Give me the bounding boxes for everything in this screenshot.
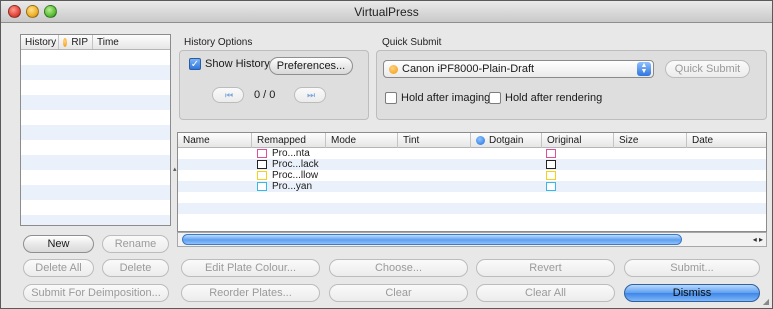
history-counter: 0 / 0 <box>254 89 276 101</box>
table-row[interactable]: Proc...llow <box>178 170 766 181</box>
history-first-button[interactable]: ⏮ <box>212 87 244 103</box>
dismiss-button[interactable]: Dismiss <box>624 284 760 302</box>
titlebar: VirtualPress <box>1 1 772 23</box>
orange-status-icon <box>389 64 398 74</box>
quick-submit-label: Quick Submit <box>382 37 442 48</box>
delete-button[interactable]: Delete <box>102 259 169 277</box>
time-column-header[interactable]: Time <box>93 35 170 49</box>
table-row[interactable]: Proc...lack <box>178 159 766 170</box>
clear-button[interactable]: Clear <box>329 284 468 302</box>
history-options-label: History Options <box>184 37 253 48</box>
skip-forward-icon: ⏭ <box>306 89 315 100</box>
device-popup-value: Canon iPF8000-Plain-Draft <box>402 63 535 75</box>
clear-all-button[interactable]: Clear All <box>476 284 615 302</box>
preferences-button[interactable]: Preferences... <box>269 57 353 75</box>
orange-status-icon <box>63 37 68 47</box>
checkbox-empty-icon <box>489 92 501 104</box>
choose-button[interactable]: Choose... <box>329 259 468 277</box>
remapped-cell: Proc...llow <box>272 170 319 181</box>
remapped-cell: Pro...nta <box>272 148 310 159</box>
scrollbar-thumb[interactable] <box>182 234 682 245</box>
submit-for-deimposition-button[interactable]: Submit For Deimposition... <box>23 284 169 302</box>
window: VirtualPress History RIP Time ▴ History … <box>0 0 773 309</box>
hold-after-rendering-label: Hold after rendering <box>505 92 603 104</box>
popup-arrows-icon: ▲ ▼ <box>637 62 651 76</box>
device-popup[interactable]: Canon iPF8000-Plain-Draft ▲ ▼ <box>383 60 654 78</box>
original-color-swatch <box>546 171 556 180</box>
column-header-tint[interactable]: Tint <box>398 133 471 148</box>
original-color-swatch <box>546 149 556 158</box>
rename-button[interactable]: Rename <box>102 235 169 253</box>
remapped-cell: Proc...lack <box>272 159 319 170</box>
submit-button[interactable]: Submit... <box>624 259 760 277</box>
plate-color-swatch <box>257 171 267 180</box>
quick-submit-button[interactable]: Quick Submit <box>665 60 750 78</box>
column-header-name[interactable]: Name <box>178 133 252 148</box>
new-button[interactable]: New <box>23 235 94 253</box>
plate-color-swatch <box>257 182 267 191</box>
rip-column-header[interactable]: RIP <box>59 35 93 49</box>
history-list[interactable]: History RIP Time <box>20 34 171 226</box>
skip-back-icon: ⏮ <box>224 89 233 100</box>
column-header-date[interactable]: Date <box>687 133 766 148</box>
window-title: VirtualPress <box>354 5 419 19</box>
plate-color-swatch <box>257 160 267 169</box>
hold-after-imaging-label: Hold after imaging <box>401 92 491 104</box>
window-resize-grip-icon[interactable]: ◢ <box>763 297 769 306</box>
delete-all-button[interactable]: Delete All <box>23 259 94 277</box>
table-row[interactable]: Pro...yan <box>178 181 766 192</box>
history-list-header: History RIP Time <box>21 35 170 50</box>
plates-table-header: Name Remapped Mode Tint Dotgain Original… <box>178 133 766 148</box>
checkbox-check-icon: ✓ <box>189 58 201 70</box>
show-history-checkbox[interactable]: ✓ Show History <box>189 58 270 70</box>
scroll-arrows-icon[interactable]: ◂ ▸ <box>753 235 763 244</box>
column-header-original[interactable]: Original <box>542 133 614 148</box>
plates-rows: Pro...nta Proc...lack Proc...llow Pro...… <box>178 148 766 225</box>
history-last-button[interactable]: ⏭ <box>294 87 326 103</box>
hold-after-rendering-checkbox[interactable]: Hold after rendering <box>489 92 602 104</box>
rip-column-label: RIP <box>71 36 88 48</box>
checkbox-empty-icon <box>385 92 397 104</box>
column-header-mode[interactable]: Mode <box>326 133 398 148</box>
column-header-remapped[interactable]: Remapped <box>252 133 326 148</box>
reorder-plates-button[interactable]: Reorder Plates... <box>181 284 320 302</box>
edit-plate-colour-button[interactable]: Edit Plate Colour... <box>181 259 320 277</box>
horizontal-scrollbar[interactable]: ◂ ▸ <box>177 232 767 247</box>
original-color-swatch <box>546 182 556 191</box>
column-header-dotgain[interactable]: Dotgain <box>471 133 542 148</box>
dotgain-column-label: Dotgain <box>489 135 524 146</box>
plates-table[interactable]: Name Remapped Mode Tint Dotgain Original… <box>177 132 767 232</box>
history-column-header[interactable]: History <box>21 35 59 49</box>
column-header-size[interactable]: Size <box>614 133 687 148</box>
history-rows <box>21 50 170 225</box>
hold-after-imaging-checkbox[interactable]: Hold after imaging <box>385 92 490 104</box>
show-history-label: Show History <box>205 58 270 70</box>
table-row[interactable]: Pro...nta <box>178 148 766 159</box>
blue-status-icon <box>476 136 485 145</box>
resize-handle-icon[interactable]: ▴ <box>173 165 177 173</box>
revert-button[interactable]: Revert <box>476 259 615 277</box>
plate-color-swatch <box>257 149 267 158</box>
remapped-cell: Pro...yan <box>272 181 313 192</box>
original-color-swatch <box>546 160 556 169</box>
